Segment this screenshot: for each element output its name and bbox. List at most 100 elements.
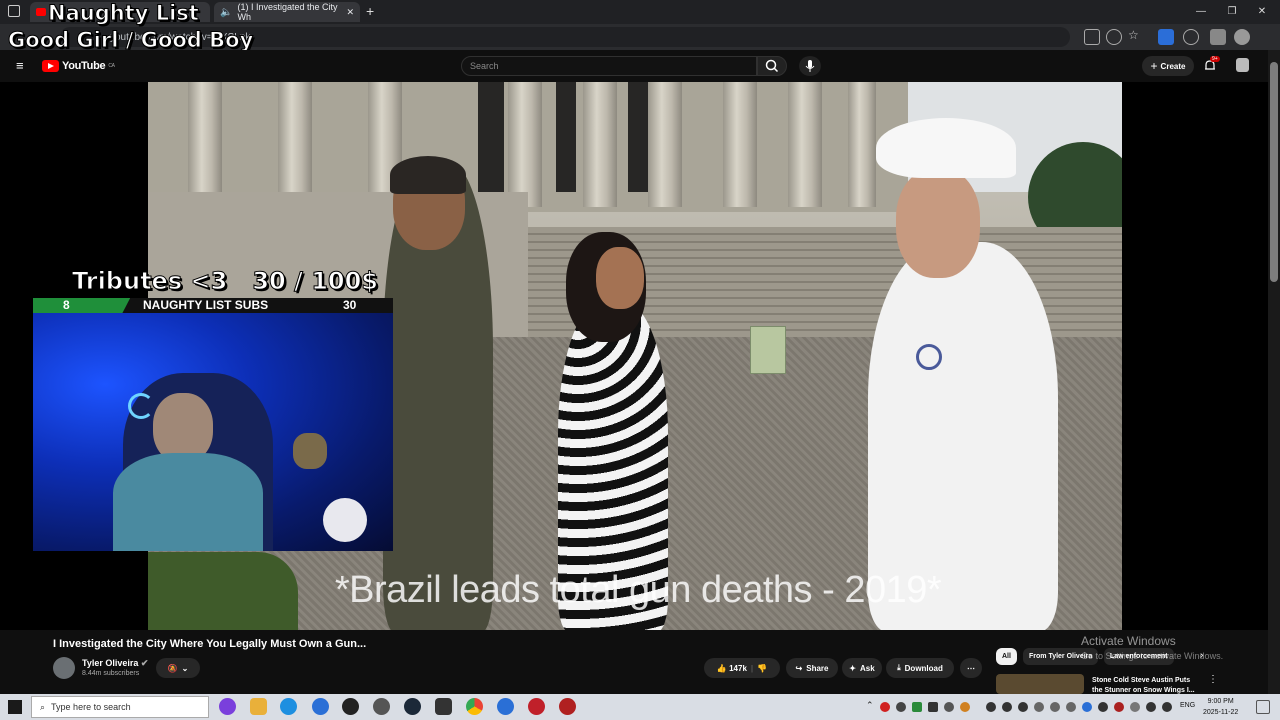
tray-app-icon[interactable] <box>986 702 996 712</box>
app-icon-red-2[interactable] <box>559 698 576 715</box>
tray-app-icon[interactable] <box>944 702 954 712</box>
like-button[interactable]: 👍 147k <box>717 664 747 673</box>
tray-app-icon[interactable] <box>896 702 906 712</box>
more-actions-button[interactable]: ⋯ <box>960 658 982 678</box>
tray-expand-icon[interactable]: ⌃ <box>866 700 874 711</box>
channel-avatar[interactable] <box>53 657 75 679</box>
close-window-button[interactable]: ✕ <box>1253 4 1271 20</box>
create-button[interactable]: + Create <box>1142 56 1194 76</box>
plus-icon: + <box>1150 59 1158 73</box>
voice-search-button[interactable] <box>799 56 821 76</box>
tray-app-icon[interactable] <box>1066 702 1076 712</box>
steam-icon[interactable] <box>404 698 421 715</box>
tray-app-icon[interactable] <box>880 702 890 712</box>
app-icon-dark[interactable] <box>435 698 452 715</box>
rec-thumbnail[interactable] <box>996 674 1084 694</box>
head <box>596 247 644 309</box>
tray-app-icon[interactable] <box>1018 702 1028 712</box>
activate-windows-watermark: Activate Windows <box>1081 634 1176 648</box>
tray-app-icon[interactable] <box>1130 702 1140 712</box>
volume-icon[interactable] <box>1162 702 1172 712</box>
video-player[interactable]: *Brazil leads total gun deaths - 2019* T… <box>0 82 1268 630</box>
ball <box>323 498 367 542</box>
minimize-button[interactable]: — <box>1192 4 1210 20</box>
youtube-logo[interactable]: YouTube CA <box>42 60 115 72</box>
menu-hamburger-icon[interactable]: ≡ <box>16 59 24 72</box>
tributes-counter: Tributes <3 30 / 100$ <box>72 267 379 296</box>
app-icon-red[interactable] <box>528 698 545 715</box>
like-dislike-group: 👍 147k | 👎 <box>704 658 780 678</box>
channel-name[interactable]: Tyler Oliveira ✔ <box>82 658 148 669</box>
account-avatar[interactable] <box>1236 58 1249 72</box>
scrollbar-thumb[interactable] <box>1270 62 1278 282</box>
zoom-icon[interactable] <box>1106 29 1122 45</box>
column <box>648 82 682 207</box>
column <box>848 82 876 207</box>
thumbs-up-icon: 👍 <box>716 663 727 673</box>
tray-app-icon[interactable] <box>1002 702 1012 712</box>
notifications-dropdown-button[interactable]: 🔕 ⌄ <box>156 658 200 678</box>
file-explorer-icon[interactable] <box>250 698 267 715</box>
share-button[interactable]: ↪ Share <box>786 658 838 678</box>
tray-app-icon[interactable] <box>1114 702 1124 712</box>
chrome-icon[interactable] <box>466 698 483 715</box>
edge-icon[interactable] <box>280 698 297 715</box>
video-title: I Investigated the City Where You Legall… <box>53 638 367 650</box>
microphone-icon <box>805 60 815 72</box>
overlay-title: Naughty List Good Girl / Good Boy <box>7 1 254 53</box>
tray-app-icon[interactable] <box>960 702 970 712</box>
search-button[interactable] <box>757 56 787 76</box>
progress-current: 8 <box>63 298 70 312</box>
windows-start-icon[interactable] <box>8 700 22 714</box>
bush <box>148 552 298 630</box>
tray-app-icon[interactable] <box>1034 702 1044 712</box>
head <box>896 168 980 278</box>
youtube-header: ≡ YouTube CA Search + Create 9+ <box>0 50 1268 82</box>
rec-video-title[interactable]: Stone Cold Steve Austin Puts the Stunner… <box>1092 676 1202 694</box>
favorite-star-icon[interactable]: ☆ <box>1128 28 1139 42</box>
copilot-icon[interactable] <box>219 698 236 715</box>
column <box>508 82 542 207</box>
tray-app-icon[interactable] <box>928 702 938 712</box>
colonnade-shadow <box>628 82 648 192</box>
extensions-puzzle-icon[interactable] <box>1210 29 1226 45</box>
profile-avatar[interactable] <box>1234 29 1250 45</box>
verified-icon: ✔ <box>140 658 149 668</box>
search-input[interactable]: Search <box>461 56 757 76</box>
chevron-down-icon: ⌄ <box>181 663 189 673</box>
cash-bills <box>750 326 786 374</box>
notifications-bell-icon[interactable]: 9+ <box>1204 56 1220 72</box>
chip-all[interactable]: All <box>996 648 1017 665</box>
settings-gear-icon[interactable] <box>373 698 390 715</box>
close-tab-icon[interactable]: ✕ <box>346 7 354 18</box>
network-icon[interactable] <box>1146 702 1156 712</box>
ask-button[interactable]: ✦ Ask <box>842 658 882 678</box>
extension-icon[interactable] <box>1158 29 1174 45</box>
new-tab-button[interactable]: + <box>366 3 374 19</box>
neon-ring <box>128 393 154 419</box>
tray-app-icon[interactable] <box>1050 702 1060 712</box>
sparkle-icon: ✦ <box>849 663 856 673</box>
taskbar-clock[interactable]: 9:00 PM 2025-11-22 <box>1203 696 1238 718</box>
refresh-extension-icon[interactable] <box>1183 29 1199 45</box>
column <box>583 82 617 207</box>
maximize-button[interactable]: ❐ <box>1223 4 1241 20</box>
rec-more-icon[interactable]: ⋮ <box>1208 674 1218 685</box>
dislike-button[interactable]: 👎 <box>757 664 767 673</box>
windows-taskbar: ⌕ Type here to search ⌃ ENG 9:00 PM 2025-… <box>0 694 1280 720</box>
app-icon-blue[interactable] <box>312 698 329 715</box>
column <box>188 82 222 207</box>
obs-icon[interactable] <box>342 698 359 715</box>
tray-app-icon[interactable] <box>912 702 922 712</box>
search-icon: ⌕ <box>40 701 46 712</box>
notification-center-icon[interactable] <box>1256 700 1270 714</box>
app-icon-blue-2[interactable] <box>497 698 514 715</box>
app-available-icon[interactable] <box>1084 29 1100 45</box>
language-indicator[interactable]: ENG <box>1180 702 1195 709</box>
download-button[interactable]: ⤓ Download <box>886 658 954 678</box>
taskbar-search-input[interactable]: ⌕ Type here to search <box>31 696 209 718</box>
tray-app-icon[interactable] <box>1082 702 1092 712</box>
tray-app-icon[interactable] <box>1098 702 1108 712</box>
video-caption: *Brazil leads total gun deaths - 2019* <box>334 569 942 611</box>
search-icon <box>765 59 779 73</box>
